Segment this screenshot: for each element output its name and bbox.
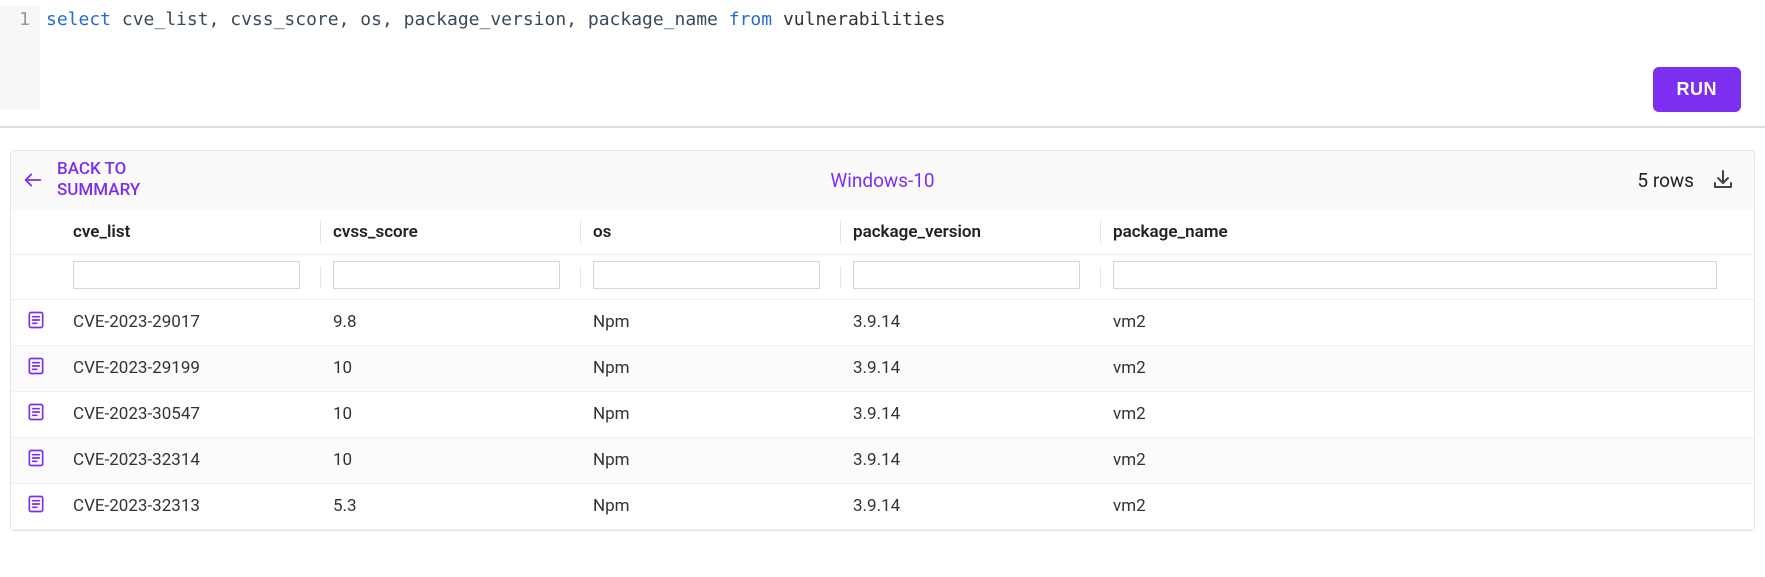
col-header-cvss-score[interactable]: cvss_score [321, 210, 581, 255]
cell-package-name: vm2 [1101, 437, 1754, 483]
back-to-summary-link[interactable]: BACK TO SUMMARY [21, 159, 140, 202]
cell-cve-list: CVE-2023-32313 [61, 483, 321, 529]
results-title: Windows-10 [830, 169, 934, 192]
header-row: cve_list cvss_score os package_version p… [11, 210, 1754, 255]
filter-row [11, 254, 1754, 299]
table-row: CVE-2023-3054710Npm3.9.14vm2 [11, 391, 1754, 437]
cell-os: Npm [581, 299, 841, 345]
cell-cvss-score: 10 [321, 391, 581, 437]
cell-cve-list: CVE-2023-29199 [61, 345, 321, 391]
row-detail-icon[interactable] [26, 448, 46, 468]
filter-cve-list[interactable] [73, 261, 300, 289]
cell-os: Npm [581, 483, 841, 529]
cell-package-version: 3.9.14 [841, 299, 1101, 345]
cell-package-version: 3.9.14 [841, 437, 1101, 483]
cell-package-version: 3.9.14 [841, 391, 1101, 437]
cell-cve-list: CVE-2023-30547 [61, 391, 321, 437]
sql-table: vulnerabilities [772, 9, 945, 30]
results-panel: BACK TO SUMMARY Windows-10 5 rows cve_li… [10, 150, 1755, 531]
cell-cve-list: CVE-2023-32314 [61, 437, 321, 483]
back-label-line1: BACK TO [57, 159, 140, 180]
table-row: CVE-2023-290179.8Npm3.9.14vm2 [11, 299, 1754, 345]
results-header: BACK TO SUMMARY Windows-10 5 rows [11, 151, 1754, 210]
sql-keyword-select: select [46, 9, 111, 30]
results-table-wrap: cve_list cvss_score os package_version p… [11, 210, 1754, 530]
filter-package-version[interactable] [853, 261, 1080, 289]
row-detail-icon[interactable] [26, 356, 46, 376]
run-button[interactable]: RUN [1653, 67, 1742, 112]
editor-gutter: 1 [0, 6, 40, 110]
cell-package-name: vm2 [1101, 391, 1754, 437]
row-detail-icon[interactable] [26, 310, 46, 330]
sql-columns: cve_list, cvss_score, os, package_versio… [111, 9, 729, 30]
cell-cvss-score: 9.8 [321, 299, 581, 345]
arrow-left-icon [21, 168, 45, 192]
cell-cve-list: CVE-2023-29017 [61, 299, 321, 345]
filter-os[interactable] [593, 261, 820, 289]
download-icon[interactable] [1710, 167, 1736, 193]
cell-package-version: 3.9.14 [841, 483, 1101, 529]
line-number: 1 [19, 9, 30, 30]
col-header-os[interactable]: os [581, 210, 841, 255]
table-row: CVE-2023-323135.3Npm3.9.14vm2 [11, 483, 1754, 529]
sql-line[interactable]: select cve_list, cvss_score, os, package… [40, 6, 946, 110]
cell-package-name: vm2 [1101, 483, 1754, 529]
query-editor-panel: 1 select cve_list, cvss_score, os, packa… [0, 0, 1765, 128]
cell-cvss-score: 5.3 [321, 483, 581, 529]
cell-os: Npm [581, 345, 841, 391]
cell-package-version: 3.9.14 [841, 345, 1101, 391]
filter-cvss-score[interactable] [333, 261, 560, 289]
col-header-package-version[interactable]: package_version [841, 210, 1101, 255]
table-row: CVE-2023-2919910Npm3.9.14vm2 [11, 345, 1754, 391]
col-header-package-name[interactable]: package_name [1101, 210, 1754, 255]
back-label-line2: SUMMARY [57, 180, 140, 201]
sql-keyword-from: from [729, 9, 772, 30]
header-icon-col [11, 210, 61, 255]
row-count-label: 5 rows [1637, 169, 1694, 192]
filter-package-name[interactable] [1113, 261, 1717, 289]
cell-os: Npm [581, 391, 841, 437]
cell-package-name: vm2 [1101, 345, 1754, 391]
col-header-cve-list[interactable]: cve_list [61, 210, 321, 255]
cell-os: Npm [581, 437, 841, 483]
filter-icon-cell [11, 254, 61, 299]
cell-package-name: vm2 [1101, 299, 1754, 345]
row-detail-icon[interactable] [26, 494, 46, 514]
cell-cvss-score: 10 [321, 345, 581, 391]
cell-cvss-score: 10 [321, 437, 581, 483]
row-detail-icon[interactable] [26, 402, 46, 422]
table-row: CVE-2023-3231410Npm3.9.14vm2 [11, 437, 1754, 483]
code-editor[interactable]: 1 select cve_list, cvss_score, os, packa… [0, 0, 1765, 110]
results-table: cve_list cvss_score os package_version p… [11, 210, 1754, 530]
